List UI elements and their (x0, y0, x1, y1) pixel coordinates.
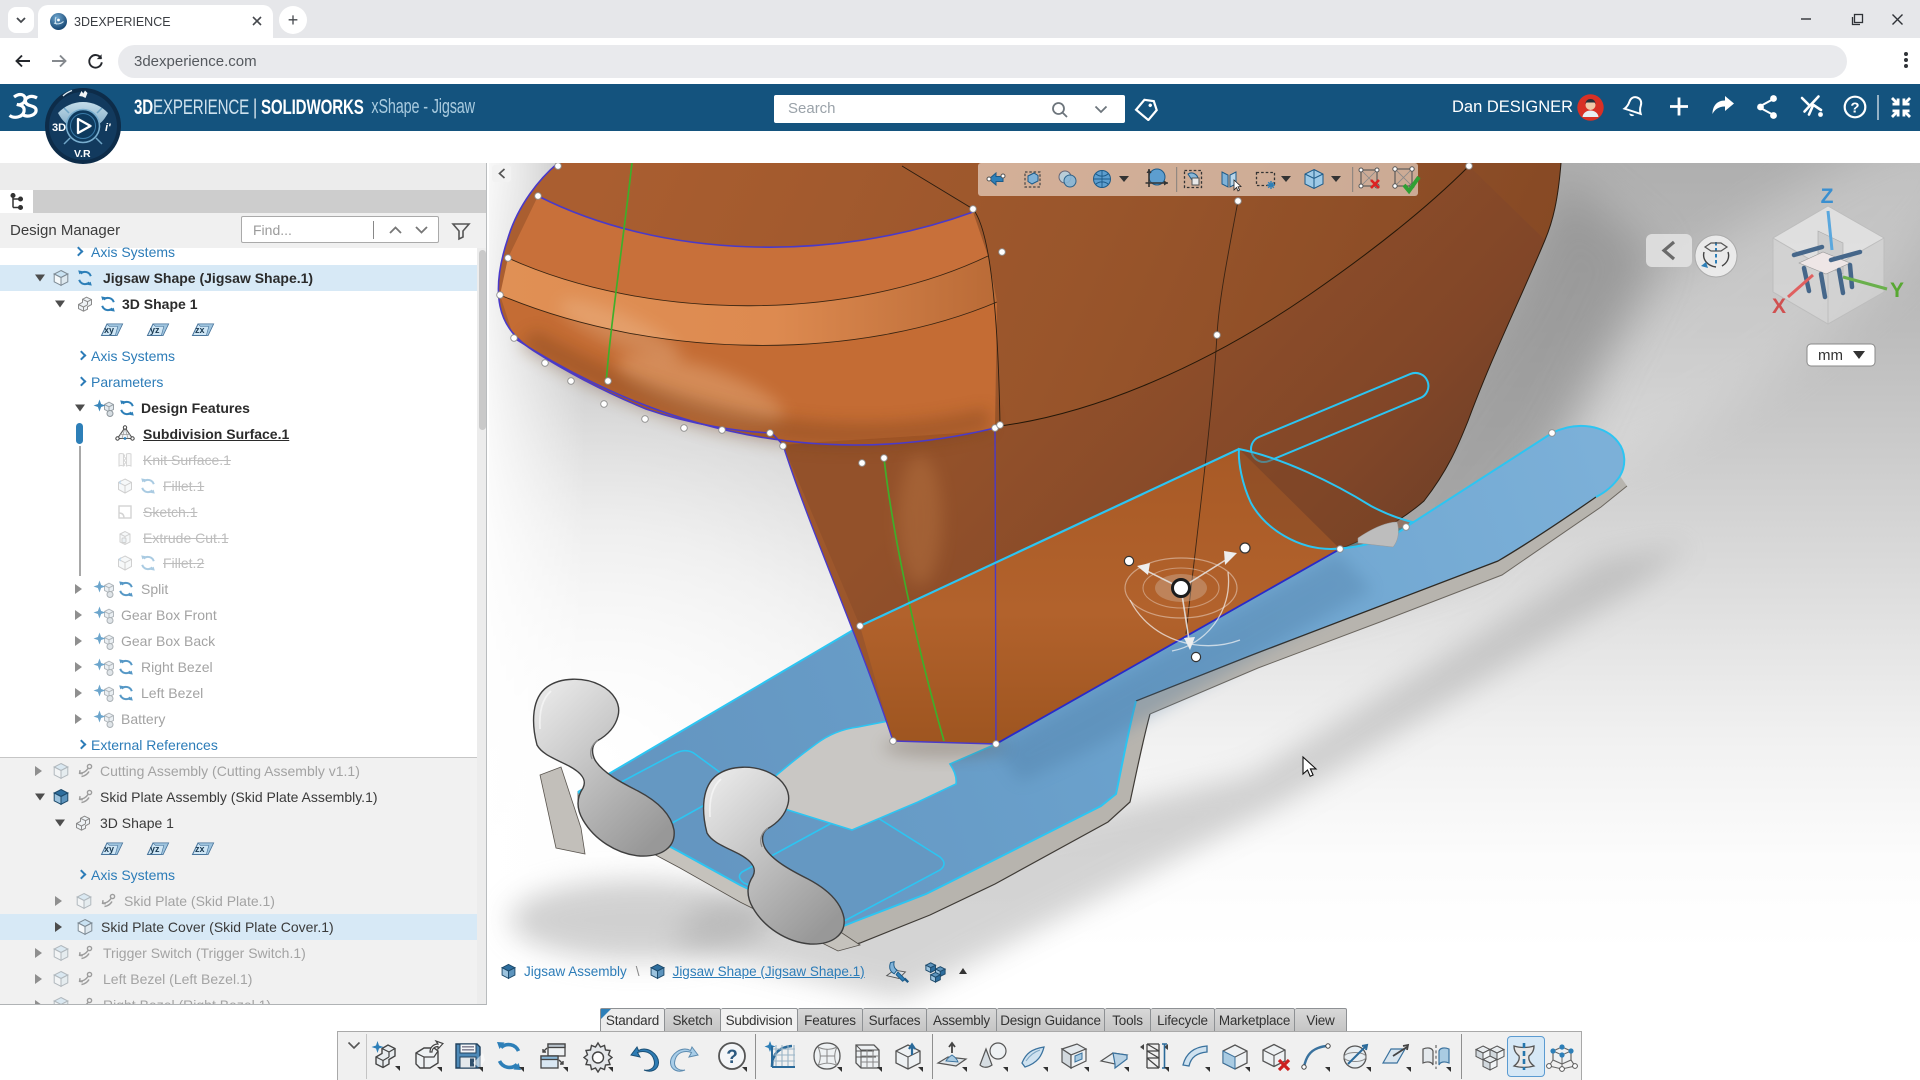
svg-text:Y: Y (1890, 279, 1904, 302)
svg-text:X: X (1772, 295, 1786, 318)
svg-text:i': i' (105, 122, 111, 134)
svg-text:V.R: V.R (74, 148, 91, 160)
svg-text:mm: mm (1818, 347, 1843, 364)
svg-text:3D: 3D (52, 122, 66, 134)
svg-text:Z: Z (1821, 185, 1834, 208)
svg-text:?: ? (1850, 100, 1859, 117)
